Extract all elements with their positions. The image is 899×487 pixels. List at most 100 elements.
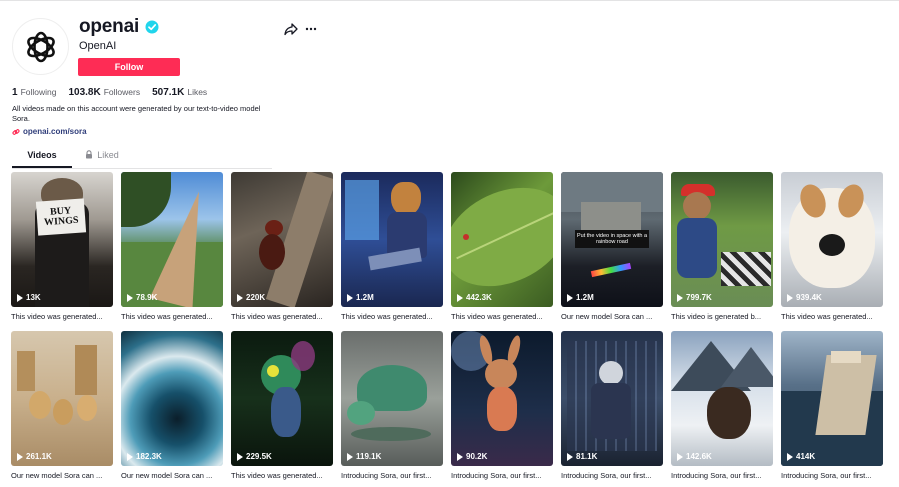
play-icon [347,293,353,302]
video-caption[interactable]: This video is generated b... [671,312,773,323]
video-thumbnail[interactable]: 939.4K [781,172,883,307]
view-count-text: 261.1K [26,452,52,461]
video-caption[interactable]: This video was generated... [341,312,443,323]
video-caption[interactable]: Our new model Sora can ... [561,312,663,323]
more-dots-icon[interactable] [305,25,317,33]
video-card[interactable]: 414K Introducing Sora, our first... [781,331,883,482]
video-thumbnail[interactable]: 90.2K [451,331,553,466]
video-thumbnail[interactable]: 182.3K [121,331,223,466]
lock-icon [86,150,93,159]
video-thumbnail[interactable]: 220K [231,172,333,307]
play-icon [787,293,793,302]
play-icon [457,293,463,302]
view-count: 78.9K [127,293,157,302]
video-thumbnail[interactable]: 261.1K [11,331,113,466]
play-icon [17,293,23,302]
video-caption[interactable]: Introducing Sora, our first... [671,471,773,482]
video-thumbnail[interactable]: 78.9K [121,172,223,307]
link-icon [12,128,20,135]
view-count: 442.3K [457,293,492,302]
video-card[interactable]: 799.7K This video is generated b... [671,172,773,323]
view-count: 1.2M [347,293,374,302]
following-label: Following [20,87,57,97]
top-divider [0,0,899,1]
view-count-text: 229.5K [246,452,272,461]
play-icon [347,452,353,461]
play-icon [17,452,23,461]
video-caption[interactable]: Introducing Sora, our first... [781,471,883,482]
avatar[interactable] [12,18,69,75]
video-card[interactable]: BUY WINGS 13K This video was generated..… [11,172,113,323]
view-count-text: 442.3K [466,293,492,302]
video-caption[interactable]: This video was generated... [231,471,333,482]
video-thumbnail[interactable]: 119.1K [341,331,443,466]
video-card[interactable]: 261.1K Our new model Sora can ... [11,331,113,482]
video-card[interactable]: 90.2K Introducing Sora, our first... [451,331,553,482]
tab-videos[interactable]: Videos [12,150,72,168]
view-count: 1.2M [567,293,594,302]
view-count-text: 1.2M [576,293,594,302]
username: openai [79,16,140,37]
video-caption[interactable]: Introducing Sora, our first... [341,471,443,482]
following-stat[interactable]: 1 Following [12,87,56,98]
video-caption[interactable]: Our new model Sora can ... [121,471,223,482]
bio-link[interactable]: openai.com/sora [12,127,87,136]
following-count: 1 [12,87,18,98]
video-card[interactable]: 939.4K This video was generated... [781,172,883,323]
play-icon [127,452,133,461]
video-thumbnail[interactable]: 142.6K [671,331,773,466]
view-count: 119.1K [347,452,381,461]
followers-label: Followers [103,87,141,97]
video-card[interactable]: 1.2M This video was generated... [341,172,443,323]
view-count: 81.1K [567,452,597,461]
view-count-text: 78.9K [136,293,158,302]
nickname: OpenAI [79,40,117,52]
bio-link-text[interactable]: openai.com/sora [23,127,87,136]
profile-tabs: Videos Liked [12,150,132,168]
view-count-text: 939.4K [796,293,822,302]
view-count-text: 220K [246,293,266,302]
video-caption[interactable]: Our new model Sora can ... [11,471,113,482]
video-caption[interactable]: This video was generated... [11,312,113,323]
video-card[interactable]: 182.3K Our new model Sora can ... [121,331,223,482]
tab-liked[interactable]: Liked [72,150,132,168]
view-count: 90.2K [457,452,487,461]
video-thumbnail[interactable]: 81.1K [561,331,663,466]
view-count: 220K [237,293,265,302]
video-thumbnail[interactable]: Put the video in space with a rainbow ro… [561,172,663,307]
follow-button[interactable]: Follow [78,58,180,76]
play-icon [677,452,683,461]
video-thumbnail[interactable]: BUY WINGS 13K [11,172,113,307]
video-card[interactable]: 81.1K Introducing Sora, our first... [561,331,663,482]
video-thumbnail[interactable]: 799.7K [671,172,773,307]
video-card[interactable]: 220K This video was generated... [231,172,333,323]
video-caption[interactable]: Introducing Sora, our first... [561,471,663,482]
video-thumbnail[interactable]: 442.3K [451,172,553,307]
video-caption[interactable]: This video was generated... [781,312,883,323]
video-caption[interactable]: This video was generated... [121,312,223,323]
followers-count: 103.8K [68,87,101,98]
video-card[interactable]: 78.9K This video was generated... [121,172,223,323]
video-thumbnail[interactable]: 414K [781,331,883,466]
video-card[interactable]: 119.1K Introducing Sora, our first... [341,331,443,482]
tab-liked-label: Liked [97,150,119,160]
video-caption[interactable]: Introducing Sora, our first... [451,471,553,482]
play-icon [457,452,463,461]
video-thumbnail[interactable]: 229.5K [231,331,333,466]
video-thumbnail[interactable]: 1.2M [341,172,443,307]
bio-text: All videos made on this account were gen… [12,104,261,123]
video-overlay-sign: BUY WINGS [43,205,79,229]
video-card[interactable]: 442.3K This video was generated... [451,172,553,323]
video-caption[interactable]: This video was generated... [451,312,553,323]
view-count: 182.3K [127,452,162,461]
view-count-text: 182.3K [136,452,162,461]
share-arrow-icon[interactable] [284,23,298,36]
followers-stat[interactable]: 103.8K Followers [68,87,140,98]
tab-videos-label: Videos [27,150,57,160]
video-card[interactable]: Put the video in space with a rainbow ro… [561,172,663,323]
video-card[interactable]: 229.5K This video was generated... [231,331,333,482]
video-caption[interactable]: This video was generated... [231,312,333,323]
view-count: 142.6K [677,452,712,461]
video-card[interactable]: 142.6K Introducing Sora, our first... [671,331,773,482]
play-icon [237,293,243,302]
